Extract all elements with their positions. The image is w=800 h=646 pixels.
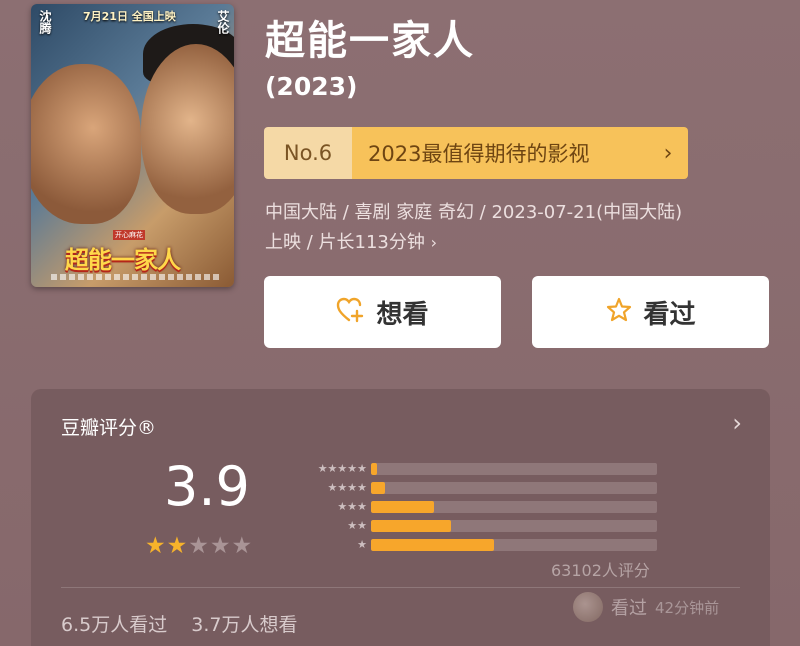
star-filled-icon: ★	[166, 533, 189, 559]
poster-face-left	[31, 64, 141, 224]
watched-label: 看过	[643, 299, 696, 330]
poster-tag: 开心麻花	[113, 230, 145, 240]
movie-detail-page: 7月21日 全国上映 沈腾 艾伦 开心麻花 超能一家人 超能一家人 (2023)…	[0, 0, 800, 646]
movie-title: 超能一家人	[265, 18, 475, 64]
want-to-watch-button[interactable]: 想看	[264, 276, 501, 348]
ranking-title: 2023最值得期待的影视	[352, 127, 648, 179]
star-empty-icon: ★	[231, 533, 254, 559]
star-empty-icon: ★	[209, 533, 232, 559]
distribution-row: ★★★★	[289, 478, 659, 497]
distribution-track	[371, 481, 657, 494]
rating-label: 豆瓣评分®	[61, 417, 157, 439]
divider	[61, 587, 740, 588]
star-filled-icon: ★	[145, 533, 167, 559]
distribution-star-label: ★★	[347, 519, 367, 532]
poster-actor-left: 沈腾	[38, 10, 52, 34]
rating-score: 3.9	[164, 455, 250, 518]
distribution-star-label: ★★★★	[327, 481, 367, 494]
distribution-star-label: ★★★	[337, 500, 367, 513]
distribution-row: ★	[289, 535, 659, 554]
rating-distribution: ★★★★★ ★★★★ ★★★ ★★ ★	[289, 459, 659, 554]
distribution-bar	[371, 538, 494, 551]
movie-meta[interactable]: 中国大陆 / 喜剧 家庭 奇幻 / 2023-07-21(中国大陆) 上映 / …	[265, 198, 785, 258]
poster-credits	[51, 274, 221, 280]
meta-line-1: 中国大陆 / 喜剧 家庭 奇幻 / 2023-07-21(中国大陆)	[265, 202, 683, 223]
distribution-track	[371, 500, 657, 513]
distribution-track	[371, 538, 657, 551]
meta-line-2: 上映 / 片长113分钟 ›	[265, 228, 785, 258]
movie-poster[interactable]: 7月21日 全国上映 沈腾 艾伦 开心麻花 超能一家人	[31, 4, 234, 287]
distribution-row: ★★★★★	[289, 459, 659, 478]
distribution-row: ★★	[289, 516, 659, 535]
distribution-bar	[371, 462, 377, 475]
ranking-badge[interactable]: No.6 2023最值得期待的影视 ›	[264, 127, 688, 179]
distribution-bar	[371, 519, 452, 532]
watched-button[interactable]: 看过	[532, 276, 769, 348]
heart-plus-icon	[336, 296, 366, 329]
chevron-right-icon: ›	[648, 127, 688, 179]
distribution-bar	[371, 481, 386, 494]
avatar	[573, 592, 603, 622]
ranking-number: No.6	[264, 127, 352, 179]
recent-activity[interactable]: 看过 42分钟前	[573, 592, 719, 622]
distribution-track	[371, 462, 657, 475]
distribution-bar	[371, 500, 434, 513]
chevron-right-icon[interactable]: ›	[732, 409, 742, 437]
recent-activity-time: 42分钟前	[655, 598, 720, 617]
distribution-star-label: ★★★★★	[317, 462, 367, 475]
want-to-watch-label: 想看	[376, 299, 429, 330]
movie-year: (2023)	[265, 72, 358, 101]
star-empty-icon: ★	[188, 533, 210, 559]
vote-count: 63102人评分	[551, 561, 650, 580]
want-count[interactable]: 3.7万人想看	[191, 614, 297, 636]
poster-actor-right: 艾伦	[216, 10, 230, 34]
distribution-track	[371, 519, 657, 532]
poster-title: 超能一家人	[65, 246, 181, 274]
recent-activity-action: 看过	[611, 598, 647, 619]
meta-line-2-text: 上映 / 片长113分钟	[265, 232, 425, 253]
watched-count[interactable]: 6.5万人看过	[61, 614, 167, 636]
distribution-row: ★★★	[289, 497, 659, 516]
star-outline-icon	[605, 296, 633, 329]
distribution-star-label: ★	[357, 538, 367, 551]
rating-stars: ★★★★★	[145, 533, 253, 559]
audience-stats: 6.5万人看过 3.7万人想看	[61, 610, 315, 637]
chevron-right-icon: ›	[430, 233, 438, 252]
poster-release-banner: 7月21日 全国上映	[83, 10, 176, 23]
douban-rating-card[interactable]: 豆瓣评分® › 3.9 ★★★★★ ★★★★★ ★★★★ ★★★ ★★ ★ 63102人…	[31, 389, 770, 646]
